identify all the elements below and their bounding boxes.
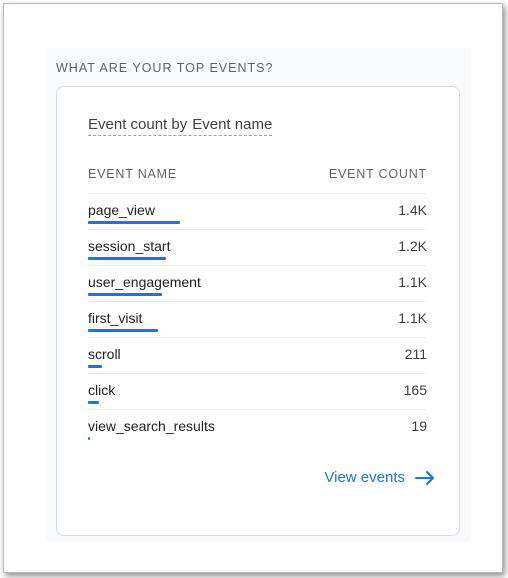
event-count: 1.1K (398, 274, 427, 290)
event-count: 211 (404, 346, 427, 362)
event-count: 19 (411, 418, 427, 434)
event-count: 1.1K (398, 310, 427, 326)
column-header-event-name: EVENT NAME (88, 167, 178, 181)
event-count: 1.2K (398, 238, 427, 254)
event-share-bar (88, 365, 102, 368)
top-events-card: Event count by Event name EVENT NAME EVEN… (56, 86, 460, 536)
top-events-panel: WHAT ARE YOUR TOP EVENTS? Event count by… (46, 48, 470, 542)
card-title-metric: Event count by (88, 116, 188, 133)
card-title-dimension[interactable]: Event name (192, 116, 272, 133)
event-share-bar (88, 401, 100, 404)
event-name: page_view (88, 202, 155, 218)
table-row[interactable]: session_start 1.2K (88, 230, 427, 266)
table-row[interactable]: view_search_results 19 (88, 410, 427, 446)
event-name: view_search_results (88, 418, 215, 434)
event-share-bar (88, 221, 180, 224)
event-share-bar (88, 293, 162, 296)
column-header-event-count: EVENT COUNT (328, 167, 427, 181)
event-name: click (88, 382, 116, 398)
event-name: scroll (88, 346, 121, 362)
events-table: page_view 1.4K session_start 1.2K user_engag… (88, 194, 427, 446)
event-name: first_visit (88, 310, 143, 326)
card-title[interactable]: Event count by Event name (88, 116, 273, 136)
arrow-right-icon (415, 470, 435, 485)
event-share-bar (88, 329, 158, 332)
table-row[interactable]: user_engagement 1.1K (88, 266, 427, 302)
event-name: session_start (88, 238, 171, 254)
view-events-label: View events (324, 469, 405, 486)
event-count: 165 (403, 382, 427, 398)
table-row[interactable]: first_visit 1.1K (88, 302, 427, 338)
table-row[interactable]: page_view 1.4K (88, 194, 427, 230)
table-row[interactable]: click 165 (88, 374, 427, 410)
event-share-bar (88, 257, 167, 260)
event-share-bar (88, 437, 90, 440)
event-count: 1.4K (398, 202, 427, 218)
table-row[interactable]: scroll 211 (88, 338, 427, 374)
event-name: user_engagement (88, 274, 201, 290)
screenshot-frame: WHAT ARE YOUR TOP EVENTS? Event count by… (3, 3, 503, 573)
section-title: WHAT ARE YOUR TOP EVENTS? (56, 61, 274, 75)
view-events-link[interactable]: View events (324, 469, 435, 486)
